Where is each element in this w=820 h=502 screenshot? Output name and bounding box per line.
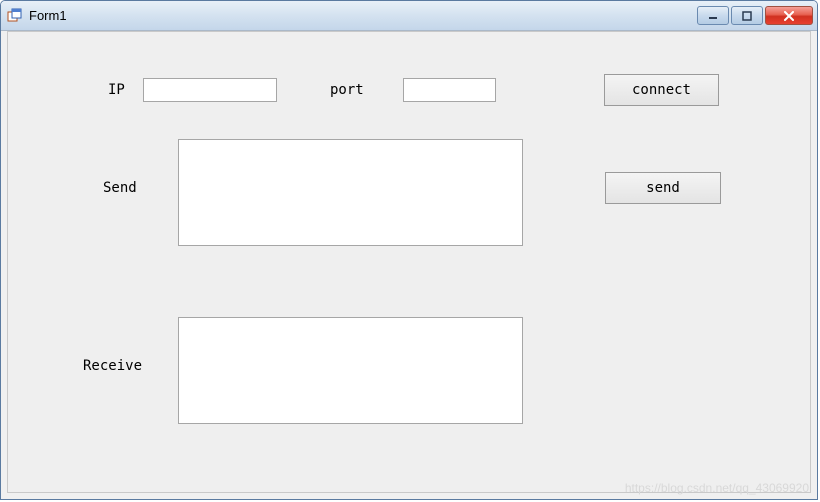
port-label: port <box>330 82 364 98</box>
port-input[interactable] <box>403 78 496 102</box>
minimize-button[interactable] <box>697 6 729 25</box>
maximize-button[interactable] <box>731 6 763 25</box>
ip-input[interactable] <box>143 78 277 102</box>
window-controls <box>697 6 813 25</box>
titlebar[interactable]: Form1 <box>1 1 817 31</box>
send-button[interactable]: send <box>605 172 721 204</box>
receive-label: Receive <box>83 358 142 374</box>
receive-textarea[interactable] <box>178 317 523 424</box>
connect-button[interactable]: connect <box>604 74 719 106</box>
send-label: Send <box>103 180 137 196</box>
app-icon <box>7 8 23 24</box>
close-button[interactable] <box>765 6 813 25</box>
client-area: IP port connect Send send Receive <box>7 31 811 493</box>
window-frame: Form1 IP port connect Send send Receive … <box>0 0 818 500</box>
send-textarea[interactable] <box>178 139 523 246</box>
ip-label: IP <box>108 82 125 98</box>
window-title: Form1 <box>29 8 697 23</box>
